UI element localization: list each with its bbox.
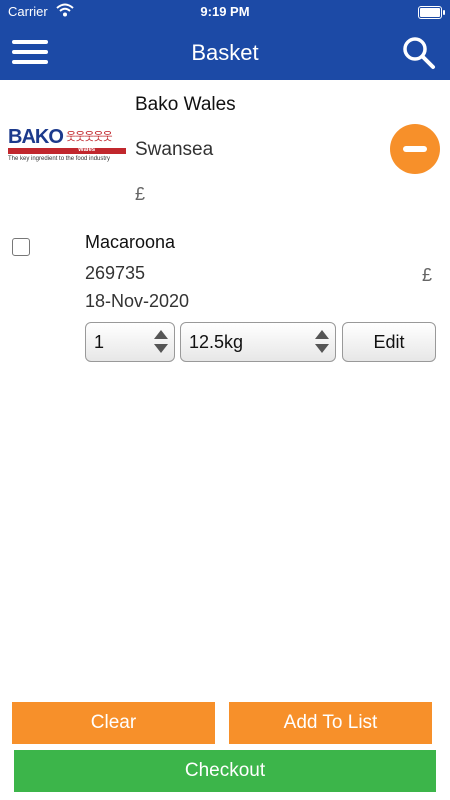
basket-item: Macaroona 269735 18-Nov-2020 £ 1 12.5kg …: [0, 225, 450, 375]
clear-button[interactable]: Clear: [12, 702, 215, 744]
battery-icon: [418, 6, 445, 19]
minus-icon: [403, 146, 427, 152]
logo-text: BAKO: [8, 126, 64, 148]
remove-store-button[interactable]: [390, 124, 440, 174]
logo-bar: [8, 148, 126, 154]
logo-figures-icon: 웃웃웃웃웃: [66, 131, 113, 143]
logo-tagline: The key ingredient to the food industry: [8, 156, 111, 162]
store-location: Swansea: [135, 139, 214, 160]
quantity-value: 1: [94, 332, 105, 352]
checkout-button[interactable]: Checkout: [14, 750, 436, 792]
unit-value: 12.5kg: [189, 332, 244, 352]
store-logo: BAKO 웃웃웃웃웃 Wales The key ingredient to t…: [8, 124, 130, 168]
quantity-select[interactable]: 1: [85, 322, 175, 362]
logo-sub: Wales: [78, 147, 96, 153]
stepper-arrows-icon: [154, 330, 168, 354]
search-icon[interactable]: [402, 36, 436, 70]
item-name: Macaroona: [85, 232, 176, 252]
store-currency: £: [135, 184, 146, 204]
item-checkbox[interactable]: [12, 238, 30, 256]
add-to-list-button[interactable]: Add To List: [229, 702, 432, 744]
store-header: BAKO 웃웃웃웃웃 Wales The key ingredient to t…: [0, 80, 450, 220]
item-date: 18-Nov-2020: [85, 291, 190, 311]
store-name: Bako Wales: [135, 94, 236, 115]
edit-button[interactable]: Edit: [342, 322, 436, 362]
page-title: Basket: [191, 40, 259, 65]
status-bar: Carrier 9:19 PM: [0, 0, 450, 24]
item-code: 269735: [85, 263, 146, 283]
stepper-arrows-icon: [315, 330, 329, 354]
unit-select[interactable]: 12.5kg: [180, 322, 336, 362]
status-time: 9:19 PM: [200, 4, 250, 19]
item-price: £: [422, 265, 433, 285]
header-bar: Basket: [0, 24, 450, 80]
